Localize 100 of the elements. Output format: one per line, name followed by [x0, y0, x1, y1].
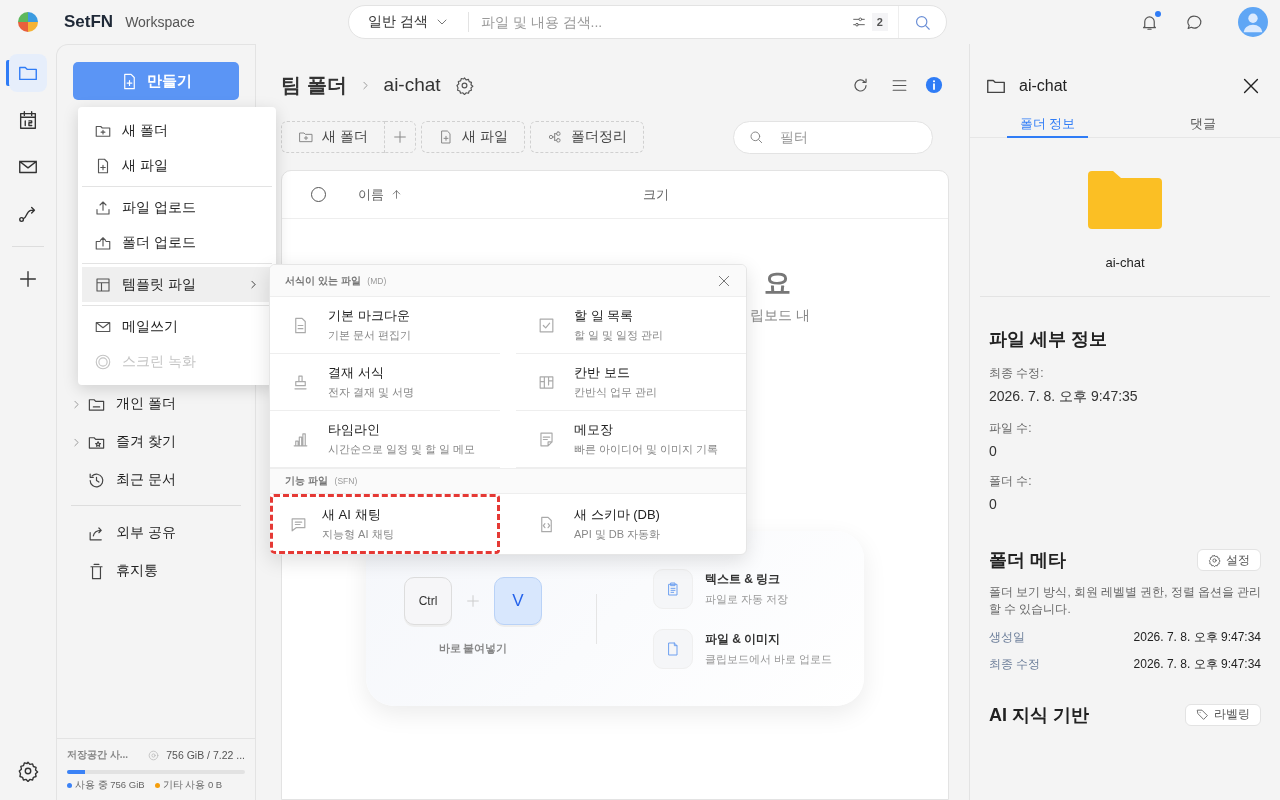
tab[interactable]: 폴더 정보 — [1006, 112, 1089, 138]
app-name: SetFN — [64, 12, 114, 32]
template-item[interactable]: 새 AI 채팅 지능형 AI 채팅 — [270, 494, 500, 554]
filter-field[interactable]: 필터 — [733, 120, 933, 154]
menu-item[interactable]: 파일 업로드 — [82, 190, 272, 225]
template-title: 할 일 목록 — [574, 307, 635, 325]
template-subtitle: API 및 DB 자동화 — [574, 527, 661, 542]
template-item[interactable]: 할 일 목록 할 일 및 일정 관리 — [516, 297, 746, 354]
settings-button[interactable]: 설정 — [1197, 549, 1261, 571]
template-title: 메모장 — [574, 421, 614, 439]
template-subtitle: 할 일 및 일정 관리 — [574, 328, 664, 343]
toolbar-button[interactable]: 새 폴더 — [281, 121, 385, 153]
template-item[interactable]: 결재 서식 전자 결재 및 서명 — [270, 354, 500, 411]
field-label: 폴더 수: — [989, 473, 1033, 490]
template-title: 칸반 보드 — [574, 364, 631, 382]
folder-icon — [1088, 171, 1162, 229]
trash-icon — [87, 561, 106, 581]
legend-label: 사용 중 756 GiB — [75, 779, 145, 792]
template-subtitle: 빠른 아이디어 및 이미지 기록 — [574, 442, 719, 457]
avatar[interactable] — [1238, 7, 1268, 37]
section-title: 기능 파일 (SFN) — [285, 474, 358, 488]
folder-name: ai-chat — [1105, 255, 1145, 270]
template-title: 새 스키마 (DB) — [574, 506, 661, 524]
template-item[interactable]: 새 스키마 (DB) API 및 DB 자동화 — [516, 494, 746, 554]
sidebar-item[interactable]: 개인 폴더 — [65, 385, 247, 423]
folder-plus-icon — [298, 129, 314, 145]
search-mode-dropdown[interactable]: 일반 검색 — [348, 12, 469, 32]
template-title: 기본 마크다운 — [328, 307, 411, 325]
search-field[interactable]: 파일 및 내용 검색... — [468, 13, 851, 31]
logo-icon — [16, 10, 40, 34]
toolbar-button[interactable]: 폴더정리 — [529, 121, 644, 153]
storage-total: 756 GiB / 7.22 ... — [166, 749, 245, 761]
plus-icon — [17, 268, 39, 290]
settings-icon — [454, 75, 474, 95]
template-title: 결재 서식 — [328, 364, 385, 382]
app-subtitle: Workspace — [125, 14, 195, 30]
sidebar-item[interactable]: 최근 문서 — [65, 461, 247, 499]
menu-item[interactable]: 새 폴더 — [82, 113, 272, 148]
breadcrumb-item[interactable]: 팀 폴더 — [281, 71, 347, 99]
layout-icon — [94, 275, 112, 294]
section-title: 폴더 메타 — [989, 549, 1066, 572]
sidebar-item[interactable]: 외부 공유 — [65, 514, 247, 552]
meta-label: 최종 수정 — [989, 655, 1041, 673]
paste-caption: 바로 붙여넣기 — [438, 642, 508, 656]
calendar-icon — [17, 109, 39, 131]
breadcrumb-item[interactable]: ai-chat — [383, 74, 441, 96]
section-title: AI 지식 기반 — [989, 703, 1089, 727]
plus-icon — [465, 593, 481, 609]
key-cap: V — [494, 577, 542, 625]
disk-icon — [147, 748, 161, 762]
labeling-button[interactable]: 라벨링 — [1185, 703, 1261, 726]
panel-title: ai-chat — [1019, 77, 1068, 95]
template-subtitle: 기본 문서 편집기 — [328, 328, 412, 343]
section-title: 파일 세부 정보 — [989, 328, 1108, 351]
meta-value: 2026. 7. 8. 오후 9:47:34 — [1133, 628, 1261, 646]
toolbar-button[interactable]: 새 파일 — [420, 121, 525, 153]
template-subtitle: 지능형 AI 채팅 — [322, 527, 394, 542]
feature-subtitle: 클립보드에서 바로 업로드 — [705, 651, 833, 667]
filter-button[interactable]: 2 — [850, 13, 898, 31]
field-label: 최종 수정: — [989, 365, 1045, 382]
tag-icon — [1196, 708, 1209, 721]
section-description: 폴더 보기 방식, 회원 레벨별 권한, 정렬 옵션을 관리할 수 있습니다. — [989, 585, 1261, 618]
column-header[interactable]: 크기 — [643, 185, 669, 204]
file-icon — [665, 640, 681, 657]
template-title: 새 AI 채팅 — [322, 506, 382, 524]
template-subtitle: 전자 결재 및 서명 — [328, 385, 415, 400]
meta-label: 생성일 — [989, 628, 1025, 646]
sidebar-item[interactable]: 즐겨 찾기 — [65, 423, 247, 461]
section-title: 서식이 있는 파일 (MD) — [285, 273, 387, 288]
empty-subtitle: 립보드 내 — [750, 307, 811, 325]
legend-label: 기타 사용 0 B — [162, 779, 223, 792]
record-icon — [94, 352, 112, 371]
sort-arrow-icon — [390, 188, 403, 201]
tab[interactable]: 댓글 — [1179, 112, 1226, 138]
template-title: 타임라인 — [328, 421, 381, 439]
settings-icon — [17, 760, 39, 782]
plus-icon — [391, 129, 408, 145]
menu-item[interactable]: 새 파일 — [82, 148, 272, 183]
search-icon — [748, 129, 764, 145]
column-header[interactable]: 이름 — [358, 185, 643, 204]
feature-subtitle: 파일로 자동 저장 — [705, 591, 789, 607]
feature-title: 텍스트 & 링크 — [705, 570, 782, 588]
sidebar-item[interactable]: 휴지통 — [65, 552, 247, 590]
search-bar[interactable]: 일반 검색 파일 및 내용 검색... 2 — [347, 5, 947, 39]
template-item[interactable]: 기본 마크다운 기본 문서 편집기 — [270, 297, 500, 354]
info-icon[interactable] — [925, 76, 943, 94]
menu-item[interactable]: 폴더 업로드 — [82, 225, 272, 260]
settings-icon — [1208, 553, 1221, 567]
field-value: 0 — [989, 443, 998, 459]
key-cap: Ctrl — [404, 577, 452, 625]
empty-title: 요 — [764, 267, 792, 300]
menu-item[interactable]: 메일쓰기 — [82, 309, 272, 344]
feature-title: 파일 & 이미지 — [705, 630, 782, 648]
meta-value: 2026. 7. 8. 오후 9:47:34 — [1133, 655, 1261, 673]
template-subtitle: 칸반식 업무 관리 — [574, 385, 658, 400]
menu-item[interactable]: 템플릿 파일 — [82, 267, 272, 302]
field-value: 0 — [989, 496, 998, 512]
field-value: 2026. 7. 8. 오후 9:47:35 — [989, 388, 1139, 406]
template-item[interactable]: 칸반 보드 칸반식 업무 관리 — [516, 354, 746, 411]
template-subtitle: 시간순으로 일정 및 할 일 메모 — [328, 442, 476, 457]
